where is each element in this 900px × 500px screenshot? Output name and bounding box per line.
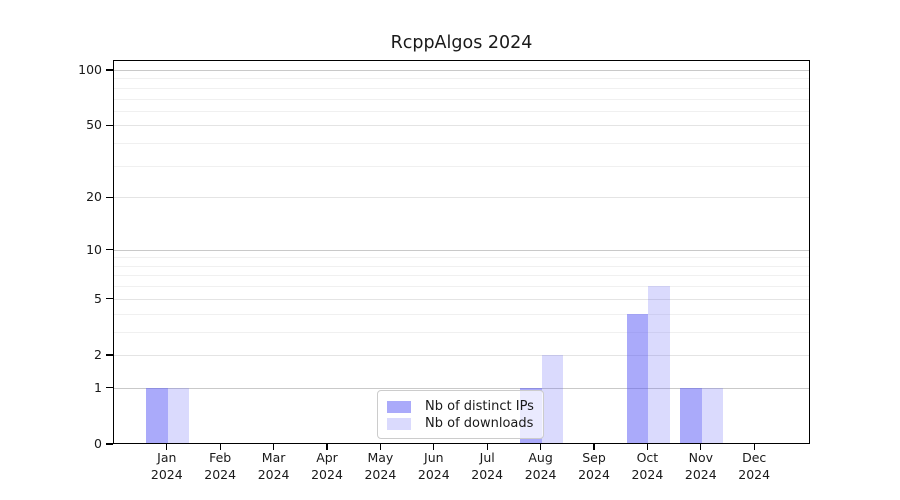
gridline-10 xyxy=(114,250,809,251)
bar-nb-of-downloads-jan xyxy=(168,388,190,443)
bar-nb-of-downloads-nov xyxy=(702,388,724,443)
bar-nb-of-distinct-ips-oct xyxy=(627,314,649,443)
gridline-30 xyxy=(114,166,809,167)
legend-swatch-downloads-icon xyxy=(387,418,411,430)
gridline-40 xyxy=(114,143,809,144)
legend-swatch-distinct-ips-icon xyxy=(387,401,411,413)
gridline-100 xyxy=(114,70,809,71)
legend: Nb of distinct IPs Nb of downloads xyxy=(377,390,544,439)
gridline-50 xyxy=(114,125,809,126)
gridline-20 xyxy=(114,197,809,198)
bar-nb-of-distinct-ips-jan xyxy=(146,388,168,443)
legend-item-downloads: Nb of downloads xyxy=(386,416,535,431)
gridline-80 xyxy=(114,88,809,89)
bar-nb-of-downloads-aug xyxy=(542,355,564,443)
gridline-4 xyxy=(114,314,809,315)
legend-label-distinct-ips: Nb of distinct IPs xyxy=(425,399,534,414)
bar-nb-of-downloads-oct xyxy=(648,286,670,443)
gridline-7 xyxy=(114,275,809,276)
gridline-2 xyxy=(114,355,809,356)
x-tick-label-dec: Dec2024 xyxy=(714,450,794,483)
gridline-3 xyxy=(114,332,809,333)
legend-item-distinct-ips: Nb of distinct IPs xyxy=(386,399,535,414)
gridline-5 xyxy=(114,299,809,300)
gridline-60 xyxy=(114,111,809,112)
gridline-70 xyxy=(114,99,809,100)
bar-nb-of-distinct-ips-nov xyxy=(680,388,702,443)
gridline-6 xyxy=(114,286,809,287)
bar-chart-figure: RcppAlgos 2024 0125102050100 Jan2024Feb2… xyxy=(0,0,900,500)
gridline-8 xyxy=(114,266,809,267)
gridline-90 xyxy=(114,78,809,79)
legend-label-downloads: Nb of downloads xyxy=(425,416,533,431)
gridline-9 xyxy=(114,257,809,258)
